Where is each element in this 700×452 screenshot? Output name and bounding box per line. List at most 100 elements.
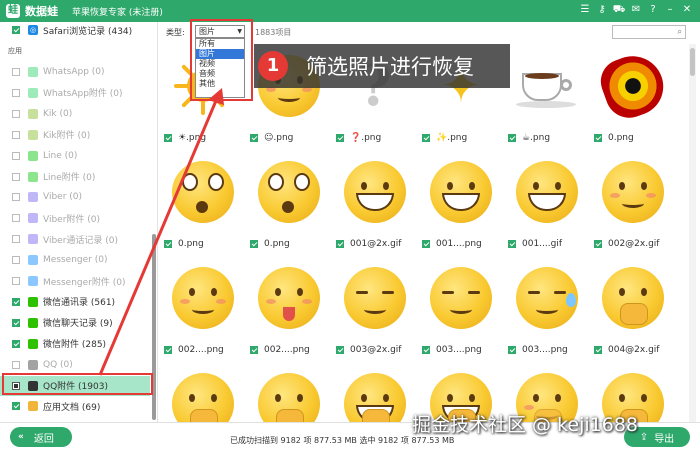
sidebar-item[interactable]: QQ (0): [0, 355, 150, 375]
checkbox[interactable]: [12, 130, 20, 139]
checkbox[interactable]: [12, 339, 20, 348]
checkbox[interactable]: [12, 214, 20, 223]
image-tile[interactable]: 0.png: [246, 150, 332, 256]
image-tile[interactable]: 001....gif: [504, 150, 590, 256]
checkbox[interactable]: [12, 172, 20, 181]
sidebar-item-label: Viber (0): [43, 192, 83, 203]
image-thumbnail[interactable]: [254, 366, 324, 422]
checkbox[interactable]: [164, 346, 172, 354]
checkbox[interactable]: [12, 297, 20, 306]
image-thumbnail[interactable]: [598, 154, 668, 230]
checkbox[interactable]: [12, 26, 20, 34]
checkbox[interactable]: [164, 240, 172, 248]
checkbox[interactable]: [422, 134, 430, 142]
section-heading: 应用: [8, 47, 22, 55]
image-thumbnail[interactable]: [426, 154, 496, 230]
image-tile[interactable]: 002....png: [160, 256, 246, 362]
sidebar-item[interactable]: Kik (0): [0, 104, 150, 124]
image-thumbnail[interactable]: [340, 154, 410, 230]
search-input[interactable]: ⌕: [612, 25, 686, 39]
image-tile[interactable]: 004@2x.gif: [590, 256, 676, 362]
cart-icon[interactable]: ⛟: [612, 3, 626, 17]
image-tile[interactable]: 003....png: [418, 256, 504, 362]
checkbox[interactable]: [12, 193, 20, 202]
image-tile[interactable]: [246, 362, 332, 422]
chat-icon[interactable]: ✉: [629, 3, 643, 17]
image-tile[interactable]: 001....png: [418, 150, 504, 256]
back-button-label: 返回: [33, 433, 54, 445]
image-tile[interactable]: 003....png: [504, 256, 590, 362]
sidebar-item[interactable]: Line附件 (0): [0, 167, 150, 187]
checkbox[interactable]: [594, 346, 602, 354]
checkbox[interactable]: [336, 240, 344, 248]
image-tile[interactable]: 0.png: [160, 150, 246, 256]
image-tile[interactable]: 001@2x.gif: [332, 150, 418, 256]
checkbox[interactable]: [336, 346, 344, 354]
checkbox[interactable]: [12, 402, 20, 411]
image-thumbnail[interactable]: [340, 260, 410, 336]
checkbox[interactable]: [164, 134, 172, 142]
sidebar-item[interactable]: Viber通话记录 (0): [0, 229, 150, 249]
sidebar-item[interactable]: Line (0): [0, 146, 150, 166]
checkbox[interactable]: [508, 240, 516, 248]
sidebar-item[interactable]: WhatsApp附件 (0): [0, 83, 150, 103]
checkbox[interactable]: [594, 134, 602, 142]
image-thumbnail[interactable]: [254, 260, 324, 336]
checkbox[interactable]: [250, 240, 258, 248]
sidebar-item[interactable]: 微信通讯录 (561): [0, 292, 150, 312]
checkbox[interactable]: [422, 346, 430, 354]
close-icon[interactable]: ✕: [680, 3, 694, 17]
image-tile[interactable]: ☕.png: [504, 44, 590, 150]
checkbox[interactable]: [12, 151, 20, 160]
checkbox[interactable]: [12, 68, 20, 76]
help-icon[interactable]: ?: [646, 3, 660, 17]
image-tile[interactable]: 0.png: [590, 44, 676, 150]
image-tile[interactable]: [160, 362, 246, 422]
image-thumbnail[interactable]: [598, 260, 668, 336]
checkbox[interactable]: [12, 235, 20, 244]
menu-icon[interactable]: ☰: [578, 3, 592, 17]
image-thumbnail[interactable]: [340, 366, 410, 422]
checkbox[interactable]: [12, 277, 20, 285]
grid-scrollbar[interactable]: [689, 44, 696, 422]
checkbox[interactable]: [508, 346, 516, 354]
checkbox[interactable]: [422, 240, 430, 248]
checkbox[interactable]: [12, 360, 20, 369]
image-thumbnail[interactable]: [168, 154, 238, 230]
image-tile[interactable]: 002@2x.gif: [590, 150, 676, 256]
checkbox[interactable]: [594, 240, 602, 248]
image-thumbnail[interactable]: [512, 48, 582, 124]
checkbox[interactable]: [12, 88, 20, 97]
sidebar-item[interactable]: WhatsApp (0): [0, 62, 150, 82]
sidebar-item[interactable]: 应用文档 (69): [0, 396, 150, 416]
key-icon[interactable]: ⚷: [595, 3, 609, 17]
image-thumbnail[interactable]: [168, 260, 238, 336]
sidebar-item[interactable]: Viber附件 (0): [0, 208, 150, 228]
sidebar-item[interactable]: Messenger (0): [0, 250, 150, 270]
image-tile[interactable]: 002....png: [246, 256, 332, 362]
sidebar-item[interactable]: 微信聊天记录 (9): [0, 313, 150, 333]
checkbox[interactable]: [12, 256, 20, 265]
scrollbar-thumb[interactable]: [690, 48, 695, 76]
image-thumbnail[interactable]: [512, 154, 582, 230]
sidebar-item[interactable]: Viber (0): [0, 187, 150, 207]
image-thumbnail[interactable]: [254, 154, 324, 230]
image-thumbnail[interactable]: [426, 260, 496, 336]
sidebar-item-safari-history[interactable]: ◎ Safari浏览记录 (434): [0, 22, 150, 40]
checkbox[interactable]: [336, 134, 344, 142]
sidebar-item[interactable]: 微信附件 (285): [0, 334, 150, 354]
checkbox[interactable]: [12, 109, 20, 118]
checkbox[interactable]: [12, 318, 20, 327]
image-thumbnail[interactable]: [168, 366, 238, 422]
minimize-icon[interactable]: –: [663, 3, 677, 17]
sidebar-item[interactable]: Messenger附件 (0): [0, 271, 150, 291]
sidebar-item[interactable]: Kik附件 (0): [0, 125, 150, 145]
checkbox[interactable]: [508, 134, 516, 142]
checkbox[interactable]: [250, 346, 258, 354]
image-tile[interactable]: [332, 362, 418, 422]
image-thumbnail[interactable]: [594, 47, 672, 125]
back-button[interactable]: « 返回: [10, 427, 72, 447]
image-tile[interactable]: 003@2x.gif: [332, 256, 418, 362]
image-thumbnail[interactable]: [512, 260, 582, 336]
checkbox[interactable]: [250, 134, 258, 142]
